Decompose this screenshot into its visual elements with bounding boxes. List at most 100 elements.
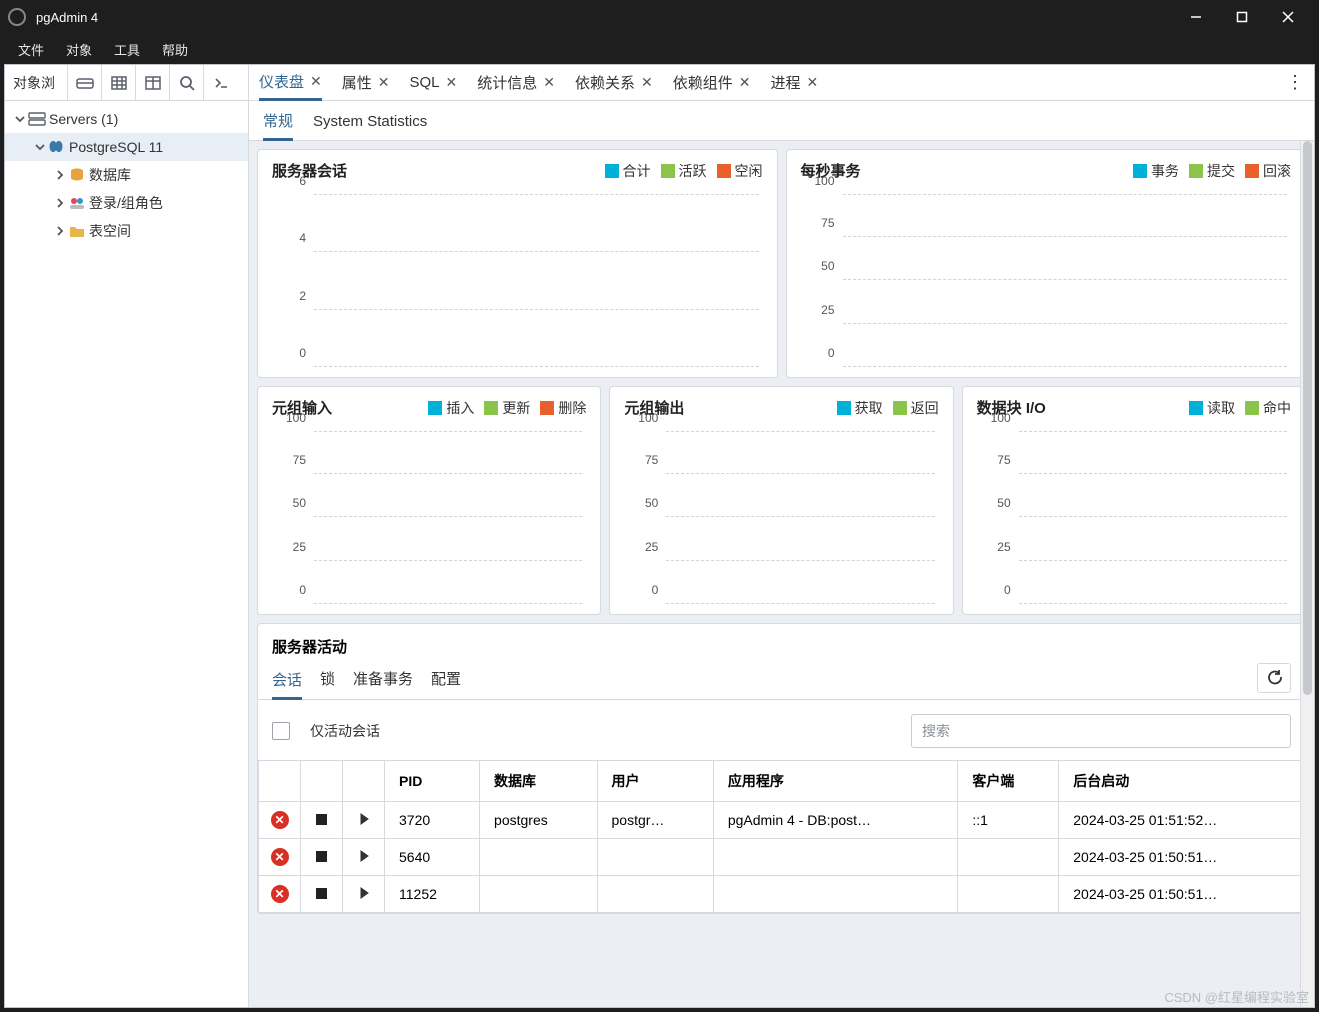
tabs-overflow-icon[interactable]: ⋮ xyxy=(1286,72,1304,93)
cell-pid: 3720 xyxy=(385,802,480,839)
y-tick: 25 xyxy=(821,303,834,317)
close-icon[interactable]: ✕ xyxy=(378,74,390,91)
y-tick: 50 xyxy=(821,259,834,273)
y-tick: 25 xyxy=(645,540,658,554)
tab-dashboard[interactable]: 仪表盘✕ xyxy=(259,65,322,101)
legend-label: 事务 xyxy=(1151,161,1179,181)
tab-properties[interactable]: 属性✕ xyxy=(342,65,390,101)
tree-servers[interactable]: Servers (1) xyxy=(5,105,248,133)
col-application[interactable]: 应用程序 xyxy=(713,761,958,802)
subtab-system-statistics[interactable]: System Statistics xyxy=(313,113,427,140)
vertical-scrollbar[interactable] xyxy=(1300,141,1314,1007)
close-icon[interactable]: ✕ xyxy=(543,74,555,91)
col-backend-start[interactable]: 后台启动 xyxy=(1059,761,1305,802)
window-minimize-button[interactable] xyxy=(1173,0,1219,34)
subtab-general[interactable]: 常规 xyxy=(263,110,293,141)
query-tool-icon[interactable] xyxy=(67,65,101,100)
close-icon[interactable]: ✕ xyxy=(641,74,653,91)
close-icon[interactable]: ✕ xyxy=(739,74,751,91)
legend-label: 读取 xyxy=(1207,398,1235,418)
activity-tab-config[interactable]: 配置 xyxy=(431,668,461,699)
chart-tuples-out: 元组输出 获取 返回 0 25 50 75 100 xyxy=(609,386,953,615)
chart-block-io: 数据块 I/O 读取 命中 0 25 50 75 100 xyxy=(962,386,1306,615)
terminate-session-icon[interactable] xyxy=(316,814,327,825)
cell-db xyxy=(480,839,597,876)
filter-rows-icon[interactable] xyxy=(135,65,169,100)
cancel-query-icon[interactable]: ✕ xyxy=(271,848,289,866)
object-browser-panel: 对象浏 Servers (1) PostgreSQL 11 数据库 xyxy=(5,65,249,1007)
col-client[interactable]: 客户端 xyxy=(958,761,1059,802)
y-tick: 25 xyxy=(997,540,1010,554)
roles-icon xyxy=(67,196,87,210)
view-data-icon[interactable] xyxy=(101,65,135,100)
window-close-button[interactable] xyxy=(1265,0,1311,34)
close-icon[interactable]: ✕ xyxy=(446,74,458,91)
dashboard-content: 服务器会话 合计 活跃 空闲 0 2 4 6 xyxy=(249,141,1314,1007)
legend-swatch xyxy=(717,164,731,178)
search-input[interactable]: 搜索 xyxy=(911,714,1291,748)
tab-statistics[interactable]: 统计信息✕ xyxy=(477,65,555,101)
tree-server-postgresql[interactable]: PostgreSQL 11 xyxy=(5,133,248,161)
chart-title: 服务器会话 xyxy=(272,160,347,181)
legend-label: 合计 xyxy=(623,161,651,181)
cancel-query-icon[interactable]: ✕ xyxy=(271,811,289,829)
cancel-query-icon[interactable]: ✕ xyxy=(271,885,289,903)
chart-transactions-per-second: 每秒事务 事务 提交 回滚 0 25 50 75 10 xyxy=(786,149,1307,378)
scrollbar-thumb[interactable] xyxy=(1303,141,1312,695)
tree-login-roles[interactable]: 登录/组角色 xyxy=(5,189,248,217)
cell-db xyxy=(480,876,597,913)
y-tick: 100 xyxy=(991,411,1011,425)
app-logo-icon xyxy=(8,8,26,26)
col-expand xyxy=(343,761,385,802)
tree-label: 登录/组角色 xyxy=(89,193,163,213)
tree-tablespaces[interactable]: 表空间 xyxy=(5,217,248,245)
expand-row-icon[interactable] xyxy=(343,839,385,876)
table-row[interactable]: ✕ 11252 2024-03-25 01:50:51… xyxy=(259,876,1305,913)
table-row[interactable]: ✕ 5640 2024-03-25 01:50:51… xyxy=(259,839,1305,876)
psql-tool-icon[interactable] xyxy=(203,65,237,100)
terminate-session-icon[interactable] xyxy=(316,888,327,899)
search-objects-icon[interactable] xyxy=(169,65,203,100)
menubar: 文件 对象 工具 帮助 xyxy=(0,34,1319,64)
menu-help[interactable]: 帮助 xyxy=(152,36,198,63)
window-maximize-button[interactable] xyxy=(1219,0,1265,34)
tab-dependents[interactable]: 依赖组件✕ xyxy=(673,65,751,101)
col-cancel xyxy=(259,761,301,802)
legend-swatch xyxy=(428,401,442,415)
legend-swatch xyxy=(661,164,675,178)
col-user[interactable]: 用户 xyxy=(597,761,713,802)
search-placeholder: 搜索 xyxy=(922,721,950,741)
terminate-session-icon[interactable] xyxy=(316,851,327,862)
legend-swatch xyxy=(1189,401,1203,415)
col-database[interactable]: 数据库 xyxy=(480,761,597,802)
tab-sql[interactable]: SQL✕ xyxy=(410,65,458,101)
menu-tools[interactable]: 工具 xyxy=(104,36,150,63)
table-row[interactable]: ✕ 3720 postgres postgr… pgAdmin 4 - DB:p… xyxy=(259,802,1305,839)
tab-processes[interactable]: 进程 ✕ xyxy=(771,65,819,101)
activity-tab-prepared[interactable]: 准备事务 xyxy=(353,668,413,699)
menu-object[interactable]: 对象 xyxy=(56,36,102,63)
database-icon xyxy=(67,167,87,183)
chart-tuples-in: 元组输入 插入 更新 删除 0 25 50 75 10 xyxy=(257,386,601,615)
cell-client xyxy=(958,839,1059,876)
activity-tab-locks[interactable]: 锁 xyxy=(320,668,335,699)
active-only-checkbox[interactable] xyxy=(272,722,290,740)
tree-databases[interactable]: 数据库 xyxy=(5,161,248,189)
chevron-right-icon xyxy=(53,170,67,180)
close-icon[interactable]: ✕ xyxy=(807,74,819,91)
menu-file[interactable]: 文件 xyxy=(8,36,54,63)
legend-swatch xyxy=(605,164,619,178)
legend-label: 插入 xyxy=(446,398,474,418)
cell-pid: 11252 xyxy=(385,876,480,913)
legend-label: 删除 xyxy=(558,398,586,418)
tab-label: 进程 xyxy=(771,72,801,93)
tab-dependencies[interactable]: 依赖关系✕ xyxy=(575,65,653,101)
expand-row-icon[interactable] xyxy=(343,802,385,839)
col-pid[interactable]: PID xyxy=(385,761,480,802)
expand-row-icon[interactable] xyxy=(343,876,385,913)
tree-label: Servers (1) xyxy=(49,111,118,127)
main-panel: 仪表盘✕ 属性✕ SQL✕ 统计信息✕ 依赖关系✕ 依赖组件✕ 进程 ✕ ⋮ 常规… xyxy=(249,65,1314,1007)
refresh-button[interactable] xyxy=(1257,663,1291,693)
close-icon[interactable]: ✕ xyxy=(310,73,322,90)
activity-tab-sessions[interactable]: 会话 xyxy=(272,669,302,700)
